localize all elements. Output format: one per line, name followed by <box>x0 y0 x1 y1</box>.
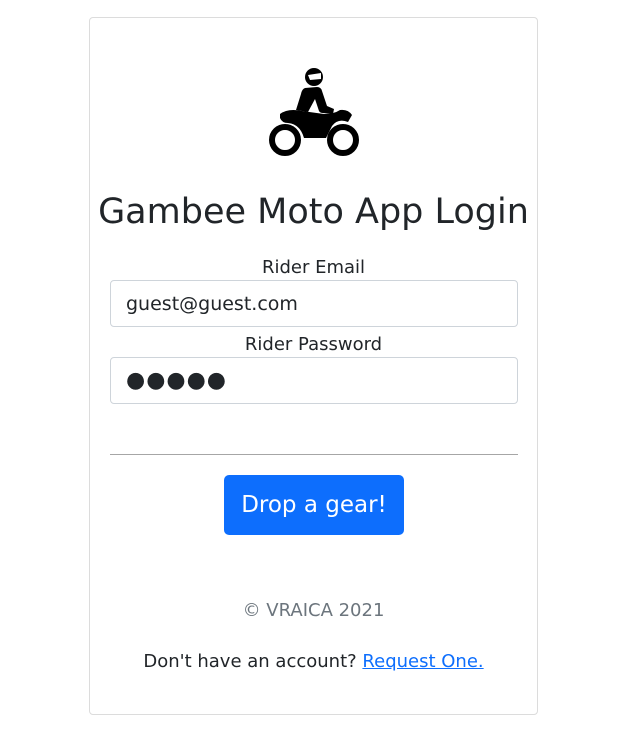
password-field[interactable] <box>110 357 518 404</box>
request-account-link[interactable]: Request One. <box>362 651 483 672</box>
page-title: Gambee Moto App Login <box>98 192 529 232</box>
login-card: Gambee Moto App Login Rider Email Rider … <box>89 17 538 715</box>
email-label: Rider Email <box>261 257 366 278</box>
email-field[interactable] <box>110 280 518 327</box>
motorcycle-rider-icon <box>269 68 359 156</box>
no-account-text: Don't have an account? <box>143 651 357 672</box>
password-label: Rider Password <box>244 334 383 355</box>
login-button[interactable]: Drop a gear! <box>224 475 404 535</box>
request-account-line: Don't have an account? Request One. <box>90 651 537 673</box>
divider <box>110 454 518 455</box>
copyright-text: © VRAICA 2021 <box>242 600 385 621</box>
